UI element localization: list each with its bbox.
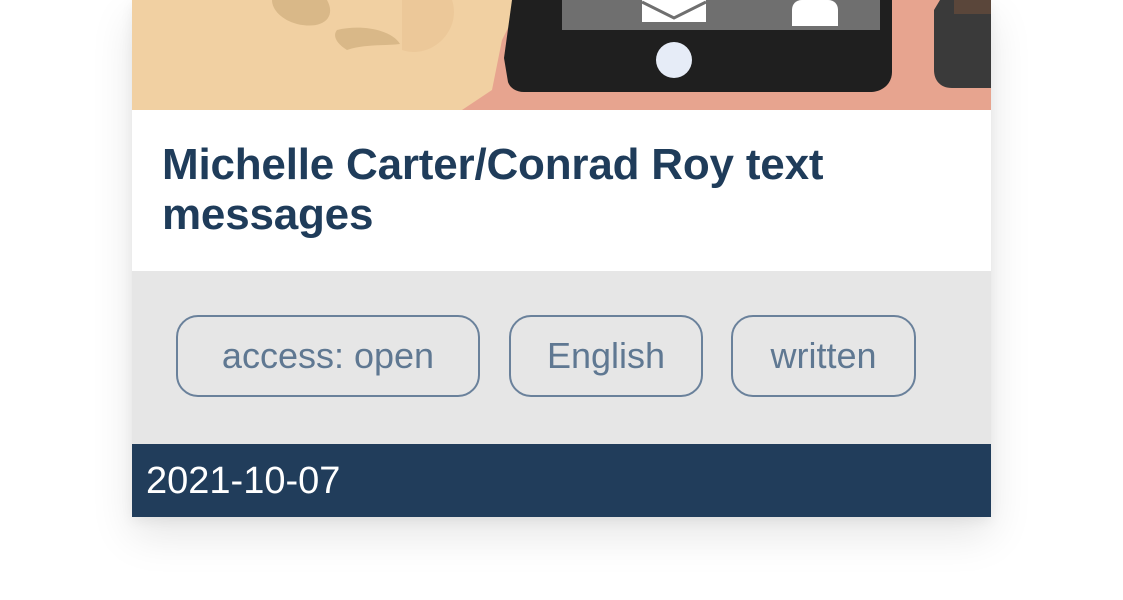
contact-person-icon: [792, 0, 838, 26]
tag-list: access: open English written: [132, 271, 991, 444]
tag-type[interactable]: written: [731, 315, 916, 397]
envelope-icon: [641, 0, 707, 22]
item-date: 2021-10-07: [146, 460, 341, 502]
home-button-icon: [656, 42, 692, 78]
title-section: Michelle Carter/Conrad Roy text messages: [132, 110, 991, 271]
tag-access[interactable]: access: open: [176, 315, 480, 397]
item-title[interactable]: Michelle Carter/Conrad Roy text messages: [162, 140, 962, 240]
resource-card[interactable]: Michelle Carter/Conrad Roy text messages…: [132, 0, 991, 517]
date-footer: 2021-10-07: [132, 444, 991, 517]
tag-language[interactable]: English: [509, 315, 703, 397]
phone-in-hand-illustration: [132, 0, 991, 110]
hero-illustration: [132, 0, 991, 110]
